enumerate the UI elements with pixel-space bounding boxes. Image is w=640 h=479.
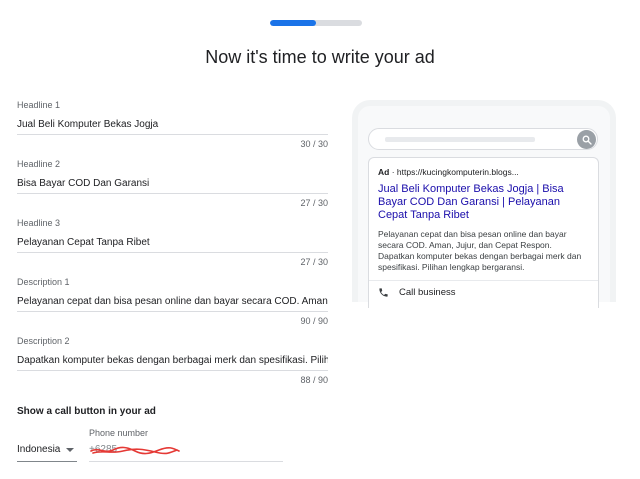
phone-icon	[379, 288, 388, 297]
headline-2-input[interactable]: Bisa Bayar COD Dan Garansi	[17, 176, 328, 194]
redaction-scribble	[90, 446, 180, 455]
description-2-input[interactable]: Dapatkan komputer bekas dengan berbagai …	[17, 353, 328, 371]
ad-display-url: · https://kucingkomputerin.blogs...	[389, 167, 519, 177]
headline-2-field[interactable]: Headline 2 Bisa Bayar COD Dan Garansi 27…	[17, 158, 328, 209]
description-2-label: Description 2	[17, 336, 70, 346]
description-1-counter: 90 / 90	[300, 316, 328, 326]
ad-divider	[369, 280, 598, 281]
description-2-counter: 88 / 90	[300, 375, 328, 385]
call-button-heading: Show a call button in your ad	[17, 406, 156, 417]
description-1-field[interactable]: Description 1 Pelayanan cepat dan bisa p…	[17, 276, 328, 327]
phone-number-label: Phone number	[89, 428, 149, 438]
ad-preview-headline: Jual Beli Komputer Bekas Jogja | Bisa Ba…	[378, 183, 564, 221]
headline-2-label: Headline 2	[17, 159, 61, 169]
progress-bar	[270, 20, 362, 26]
description-1-input[interactable]: Pelayanan cepat dan bisa pesan online da…	[17, 294, 328, 312]
ad-preview-phone: Ad · https://kucingkomputerin.blogs... J…	[352, 100, 616, 308]
country-select[interactable]: Indonesia	[17, 438, 77, 462]
headline-1-field[interactable]: Headline 1 Jual Beli Komputer Bekas Jogj…	[17, 99, 328, 150]
country-select-value: Indonesia	[17, 444, 61, 455]
ad-preview-card: Ad · https://kucingkomputerin.blogs... J…	[368, 157, 599, 308]
headline-3-input[interactable]: Pelayanan Cepat Tanpa Ribet	[17, 235, 328, 253]
page-title: Now it's time to write your ad	[205, 47, 435, 67]
preview-search-placeholder	[385, 137, 535, 142]
headline-3-counter: 27 / 30	[300, 257, 328, 267]
headline-1-input[interactable]: Jual Beli Komputer Bekas Jogja	[17, 117, 328, 135]
description-2-field[interactable]: Description 2 Dapatkan komputer bekas de…	[17, 335, 328, 386]
headline-2-counter: 27 / 30	[300, 198, 328, 208]
description-1-label: Description 1	[17, 277, 70, 287]
chevron-down-icon	[66, 447, 74, 452]
call-business-label: Call business	[399, 287, 456, 298]
headline-3-field[interactable]: Headline 3 Pelayanan Cepat Tanpa Ribet 2…	[17, 217, 328, 268]
ad-preview-description: Pelayanan cepat dan bisa pesan online da…	[378, 229, 582, 272]
headline-1-counter: 30 / 30	[300, 139, 328, 149]
ad-url-line: Ad · https://kucingkomputerin.blogs...	[378, 167, 590, 177]
call-business-row: Call business	[378, 287, 456, 298]
headline-3-label: Headline 3	[17, 218, 61, 228]
headline-1-label: Headline 1	[17, 100, 61, 110]
preview-search-bar	[368, 128, 598, 150]
ad-badge: Ad	[378, 167, 390, 177]
progress-fill	[270, 20, 316, 26]
search-icon	[577, 130, 596, 149]
